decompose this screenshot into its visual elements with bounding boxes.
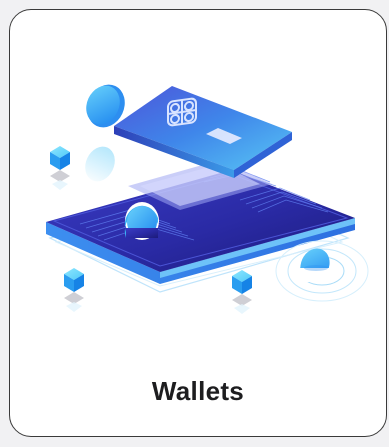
page: Wallets xyxy=(0,0,389,447)
card-title: Wallets xyxy=(151,376,245,406)
wallets-card[interactable]: Wallets xyxy=(9,9,387,437)
crypto-wallet-illustration-icon xyxy=(46,84,369,314)
